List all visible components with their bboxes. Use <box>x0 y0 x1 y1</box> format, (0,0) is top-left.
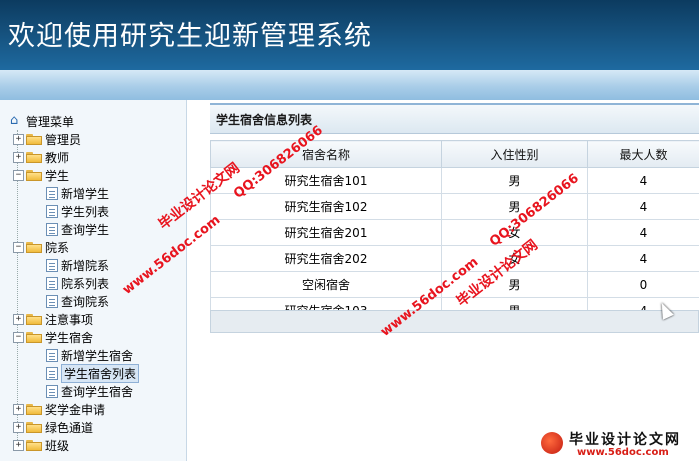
sidebar-item-dormitory-list[interactable]: 学生宿舍列表 <box>46 363 140 383</box>
sidebar-item-student-list[interactable]: 学生列表 <box>46 202 109 220</box>
page-icon <box>46 222 58 236</box>
folder-icon <box>26 439 42 451</box>
header-sub-bar <box>0 70 699 100</box>
logo-url: www.56doc.com <box>577 447 669 458</box>
logo-name: 毕业设计论文网 <box>569 432 681 448</box>
table-footer-bar <box>210 310 699 333</box>
sidebar-item-label: 查询学生 <box>61 222 110 237</box>
page-icon <box>46 294 58 308</box>
sidebar-item-department-list[interactable]: 院系列表 <box>46 274 109 292</box>
column-header-capacity[interactable]: 最大人数 <box>587 140 699 168</box>
collapse-minus-icon[interactable]: − <box>13 331 24 343</box>
sidebar-menu: ⌂ 管理菜单 + 管理员 + 教师 − 学生 新增学生 学生列表 查询学生 − … <box>0 100 187 461</box>
folder-open-icon <box>26 241 42 253</box>
sidebar-item-teacher[interactable]: + 教师 <box>13 148 69 166</box>
sidebar-item-label: 绿色通道 <box>45 420 94 435</box>
sidebar-item-label: 班级 <box>45 438 70 453</box>
sidebar-item-label: 查询学生宿舍 <box>61 384 134 399</box>
panel-title: 学生宿舍信息列表 <box>216 113 313 127</box>
sidebar-item-label-selected: 学生宿舍列表 <box>61 363 140 383</box>
sidebar-item-label: 学生列表 <box>61 204 110 219</box>
expand-plus-icon[interactable]: + <box>13 439 24 451</box>
cell-capacity: 4 <box>587 245 699 272</box>
folder-icon <box>26 133 42 145</box>
sidebar-item-label: 教师 <box>45 150 70 165</box>
sidebar-item-dormitory[interactable]: − 学生宿舍 <box>13 328 93 346</box>
collapse-minus-icon[interactable]: − <box>13 241 24 253</box>
sidebar-item-label: 查询院系 <box>61 294 110 309</box>
page-icon <box>46 384 58 398</box>
cell-capacity: 0 <box>587 271 699 298</box>
cell-name: 空闲宿舍 <box>210 271 442 298</box>
logo-mark-icon <box>541 432 563 454</box>
sidebar-item-label: 学生 <box>45 168 70 183</box>
sidebar-item-label: 管理员 <box>45 132 82 147</box>
page-icon <box>46 258 58 272</box>
corner-logo: 毕业设计论文网 www.56doc.com <box>537 428 699 461</box>
table-row[interactable]: 研究生宿舍101 男 4 <box>210 167 699 194</box>
cell-name: 研究生宿舍201 <box>210 219 442 246</box>
folder-icon <box>26 403 42 415</box>
folder-open-icon <box>26 169 42 181</box>
page-icon <box>46 186 58 200</box>
app-title: 欢迎使用研究生迎新管理系统 <box>8 21 372 52</box>
page-icon <box>46 366 58 380</box>
sidebar-item-label: 新增院系 <box>61 258 110 273</box>
sidebar-item-department[interactable]: − 院系 <box>13 238 69 256</box>
menu-root[interactable]: ⌂ 管理菜单 <box>10 112 74 130</box>
folder-icon <box>26 151 42 163</box>
expand-plus-icon[interactable]: + <box>13 313 24 325</box>
column-header-gender[interactable]: 入住性别 <box>441 140 588 168</box>
page-icon <box>46 204 58 218</box>
folder-icon <box>26 313 42 325</box>
panel-header: 学生宿舍信息列表 <box>210 103 699 134</box>
sidebar-item-query-student[interactable]: 查询学生 <box>46 220 109 238</box>
cell-capacity: 4 <box>587 219 699 246</box>
sidebar-item-add-student[interactable]: 新增学生 <box>46 184 109 202</box>
sidebar-item-query-dormitory[interactable]: 查询学生宿舍 <box>46 382 133 400</box>
folder-icon <box>26 421 42 433</box>
sidebar-item-query-department[interactable]: 查询院系 <box>46 292 109 310</box>
table-row[interactable]: 研究生宿舍201 女 4 <box>210 219 699 246</box>
sidebar-item-add-dormitory[interactable]: 新增学生宿舍 <box>46 346 133 364</box>
home-icon: ⌂ <box>10 113 19 128</box>
column-header-name[interactable]: 宿舍名称 <box>210 140 442 168</box>
page-icon <box>46 276 58 290</box>
collapse-minus-icon[interactable]: − <box>13 169 24 181</box>
sidebar-item-class[interactable]: + 班级 <box>13 436 69 454</box>
sidebar-item-add-department[interactable]: 新增院系 <box>46 256 109 274</box>
sidebar-item-label: 新增学生 <box>61 186 110 201</box>
sidebar-item-label: 学生宿舍 <box>45 330 94 345</box>
sidebar-item-label: 院系列表 <box>61 276 110 291</box>
expand-plus-icon[interactable]: + <box>13 133 24 145</box>
sidebar-item-label: 院系 <box>45 240 70 255</box>
cell-capacity: 4 <box>587 193 699 220</box>
expand-plus-icon[interactable]: + <box>13 151 24 163</box>
folder-open-icon <box>26 331 42 343</box>
sidebar-item-notices[interactable]: + 注意事项 <box>13 310 93 328</box>
cell-capacity: 4 <box>587 167 699 194</box>
menu-root-label: 管理菜单 <box>26 114 75 129</box>
sidebar-item-student[interactable]: − 学生 <box>13 166 69 184</box>
expand-plus-icon[interactable]: + <box>13 403 24 415</box>
cell-name: 研究生宿舍202 <box>210 245 442 272</box>
expand-plus-icon[interactable]: + <box>13 421 24 433</box>
sidebar-item-scholarship[interactable]: + 奖学金申请 <box>13 400 105 418</box>
sidebar-item-label: 新增学生宿舍 <box>61 348 134 363</box>
sidebar-item-label: 注意事项 <box>45 312 94 327</box>
sidebar-item-green-channel[interactable]: + 绿色通道 <box>13 418 93 436</box>
sidebar-item-label: 奖学金申请 <box>45 402 106 417</box>
sidebar-item-admin[interactable]: + 管理员 <box>13 130 81 148</box>
app-header: 欢迎使用研究生迎新管理系统 <box>0 0 699 70</box>
table-row[interactable]: 研究生宿舍102 男 4 <box>210 193 699 220</box>
page-icon <box>46 348 58 362</box>
